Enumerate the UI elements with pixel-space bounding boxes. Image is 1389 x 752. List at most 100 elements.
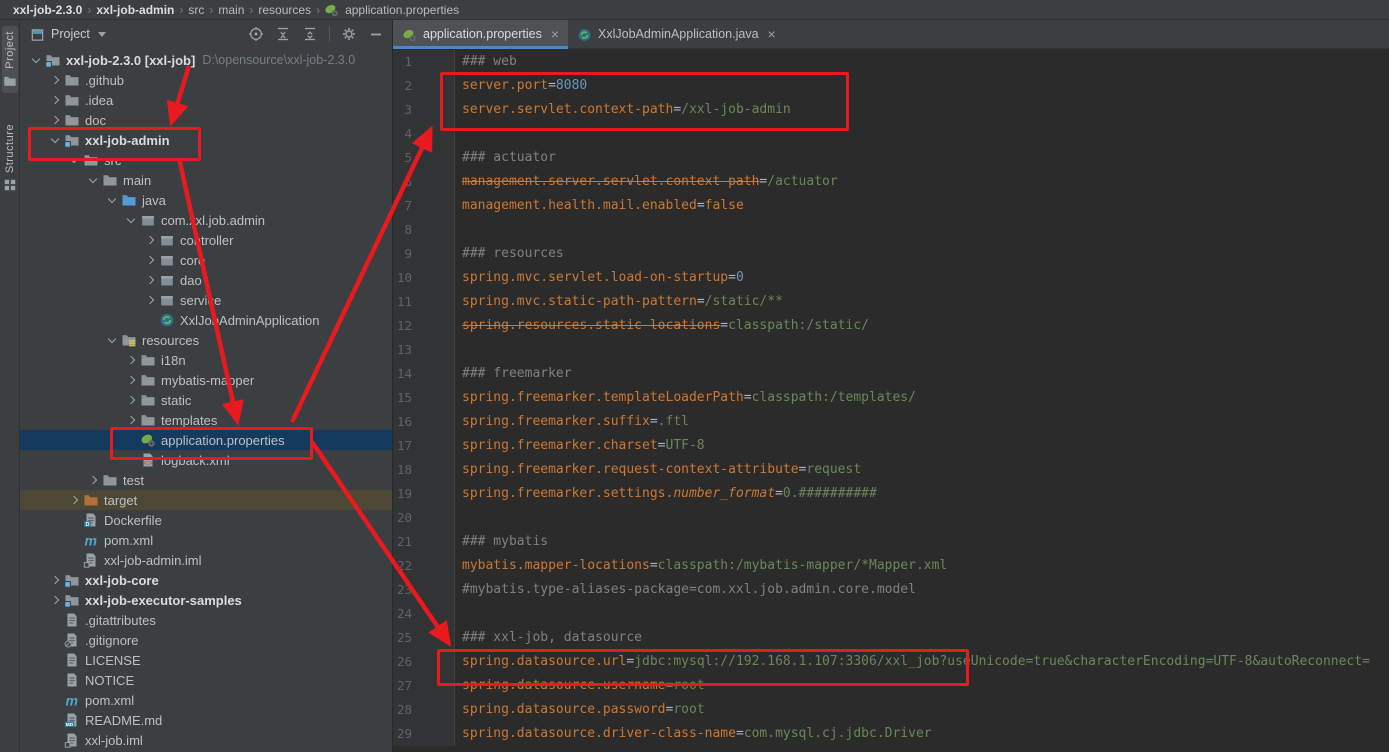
settings-gear-icon[interactable] [341,26,357,42]
chevron-right-icon[interactable] [47,570,63,590]
code-line-20[interactable]: 20 [393,506,1389,530]
breadcrumb-item-xxl-job-admin[interactable]: xxl-job-admin [93,3,177,17]
code-line-19[interactable]: 19spring.freemarker.settings.number_form… [393,482,1389,506]
chevron-right-icon[interactable] [123,390,139,410]
close-icon[interactable]: × [768,27,776,41]
code-line-9[interactable]: 9### resources [393,242,1389,266]
tab-xxljobadminapplication-java[interactable]: XxlJobAdminApplication.java× [568,20,785,48]
tree-item-dockerfile[interactable]: DDockerfile [20,510,392,530]
code-line-24[interactable]: 24 [393,602,1389,626]
code-line-25[interactable]: 25### xxl-job, datasource [393,626,1389,650]
tree-item-xxl-job-iml[interactable]: xxl-job.iml [20,730,392,750]
chevron-right-icon[interactable] [142,230,158,250]
tree-item-main[interactable]: main [20,170,392,190]
tree-item-github[interactable]: .github [20,70,392,90]
tree-item-src[interactable]: src [20,150,392,170]
code-line-8[interactable]: 8 [393,218,1389,242]
tab-application-properties[interactable]: application.properties× [393,20,568,48]
tree-item-resources[interactable]: resources [20,330,392,350]
tree-item-static[interactable]: static [20,390,392,410]
tree-item-pom-xml[interactable]: mpom.xml [20,690,392,710]
code-line-6[interactable]: 6management.server.servlet.context-path=… [393,170,1389,194]
tree-item-com-xxl-job-admin[interactable]: com.xxl.job.admin [20,210,392,230]
code-area[interactable]: 1### web2server.port=80803server.servlet… [393,49,1389,752]
code-line-23[interactable]: 23#mybatis.type-aliases-package=com.xxl.… [393,578,1389,602]
code-line-1[interactable]: 1### web [393,50,1389,74]
chevron-down-icon[interactable] [123,210,139,230]
tree-item-mybatis-mapper[interactable]: mybatis-mapper [20,370,392,390]
chevron-right-icon[interactable] [123,370,139,390]
chevron-down-icon[interactable] [98,32,106,37]
code-line-11[interactable]: 11spring.mvc.static-path-pattern=/static… [393,290,1389,314]
code-line-15[interactable]: 15spring.freemarker.templateLoaderPath=c… [393,386,1389,410]
chevron-down-icon[interactable] [104,330,120,350]
chevron-right-icon[interactable] [142,250,158,270]
code-line-7[interactable]: 7management.health.mail.enabled=false [393,194,1389,218]
close-icon[interactable]: × [551,27,559,41]
breadcrumb-item-main[interactable]: main [215,3,247,17]
tree-item-xxl-job-admin-iml[interactable]: xxl-job-admin.iml [20,550,392,570]
chevron-right-icon[interactable] [47,590,63,610]
breadcrumb-item-application-properties[interactable]: application.properties [342,3,462,17]
code-line-10[interactable]: 10spring.mvc.servlet.load-on-startup=0 [393,266,1389,290]
chevron-right-icon[interactable] [142,290,158,310]
code-line-29[interactable]: 29spring.datasource.driver-class-name=co… [393,722,1389,746]
tree-item-dao[interactable]: dao [20,270,392,290]
collapse-all-icon[interactable] [302,26,318,42]
chevron-down-icon[interactable] [47,130,63,150]
tree-item-gitattributes[interactable]: .gitattributes [20,610,392,630]
chevron-right-icon[interactable] [142,270,158,290]
code-line-12[interactable]: 12spring.resources.static-locations=clas… [393,314,1389,338]
chevron-down-icon[interactable] [28,50,44,70]
tree-item-test[interactable]: test [20,470,392,490]
tree-item-gitignore[interactable]: .gitignore [20,630,392,650]
code-line-28[interactable]: 28spring.datasource.password=root [393,698,1389,722]
project-panel-title[interactable]: Project [51,27,90,41]
tree-item-logback-xml[interactable]: <>logback.xml [20,450,392,470]
code-line-16[interactable]: 16spring.freemarker.suffix=.ftl [393,410,1389,434]
tree-item-doc[interactable]: doc [20,110,392,130]
breadcrumb-item-resources[interactable]: resources [255,3,314,17]
tree-item-application-properties[interactable]: application.properties [20,430,392,450]
code-line-26[interactable]: 26spring.datasource.url=jdbc:mysql://192… [393,650,1389,674]
hide-panel-icon[interactable] [368,26,384,42]
tool-stripe-project[interactable]: Project [2,26,18,93]
code-line-22[interactable]: 22mybatis.mapper-locations=classpath:/my… [393,554,1389,578]
locate-icon[interactable] [248,26,264,42]
tree-item-i18n[interactable]: i18n [20,350,392,370]
code-line-21[interactable]: 21### mybatis [393,530,1389,554]
tree-item-target[interactable]: target [20,490,392,510]
chevron-down-icon[interactable] [85,170,101,190]
code-line-18[interactable]: 18spring.freemarker.request-context-attr… [393,458,1389,482]
tree-item-xxljobadminapplication[interactable]: XxlJobAdminApplication [20,310,392,330]
expand-all-icon[interactable] [275,26,291,42]
chevron-right-icon[interactable] [47,110,63,130]
tree-item-notice[interactable]: NOTICE [20,670,392,690]
tree-item-xxl-job-executor-samples[interactable]: xxl-job-executor-samples [20,590,392,610]
tree-item-templates[interactable]: templates [20,410,392,430]
code-line-4[interactable]: 4 [393,122,1389,146]
code-line-14[interactable]: 14### freemarker [393,362,1389,386]
chevron-right-icon[interactable] [66,490,82,510]
code-line-3[interactable]: 3server.servlet.context-path=/xxl-job-ad… [393,98,1389,122]
tool-stripe-structure[interactable]: Structure [2,119,18,197]
tree-item-core[interactable]: core [20,250,392,270]
chevron-right-icon[interactable] [123,410,139,430]
breadcrumb-item-src[interactable]: src [185,3,207,17]
code-line-27[interactable]: 27spring.datasource.username=root [393,674,1389,698]
code-line-13[interactable]: 13 [393,338,1389,362]
tree-item-readme-md[interactable]: MDREADME.md [20,710,392,730]
code-line-17[interactable]: 17spring.freemarker.charset=UTF-8 [393,434,1389,458]
chevron-right-icon[interactable] [123,350,139,370]
tree-item-xxl-job-admin[interactable]: xxl-job-admin [20,130,392,150]
tree-item-pom-xml[interactable]: mpom.xml [20,530,392,550]
tree-item-controller[interactable]: controller [20,230,392,250]
tree-item-xxl-job-2-3-0-xxl-job[interactable]: xxl-job-2.3.0 [xxl-job]D:\opensource\xxl… [20,50,392,70]
tree-item-idea[interactable]: .idea [20,90,392,110]
tree-item-license[interactable]: LICENSE [20,650,392,670]
code-line-2[interactable]: 2server.port=8080 [393,74,1389,98]
tree-item-xxl-job-core[interactable]: xxl-job-core [20,570,392,590]
chevron-right-icon[interactable] [47,70,63,90]
chevron-right-icon[interactable] [47,90,63,110]
code-line-5[interactable]: 5### actuator [393,146,1389,170]
